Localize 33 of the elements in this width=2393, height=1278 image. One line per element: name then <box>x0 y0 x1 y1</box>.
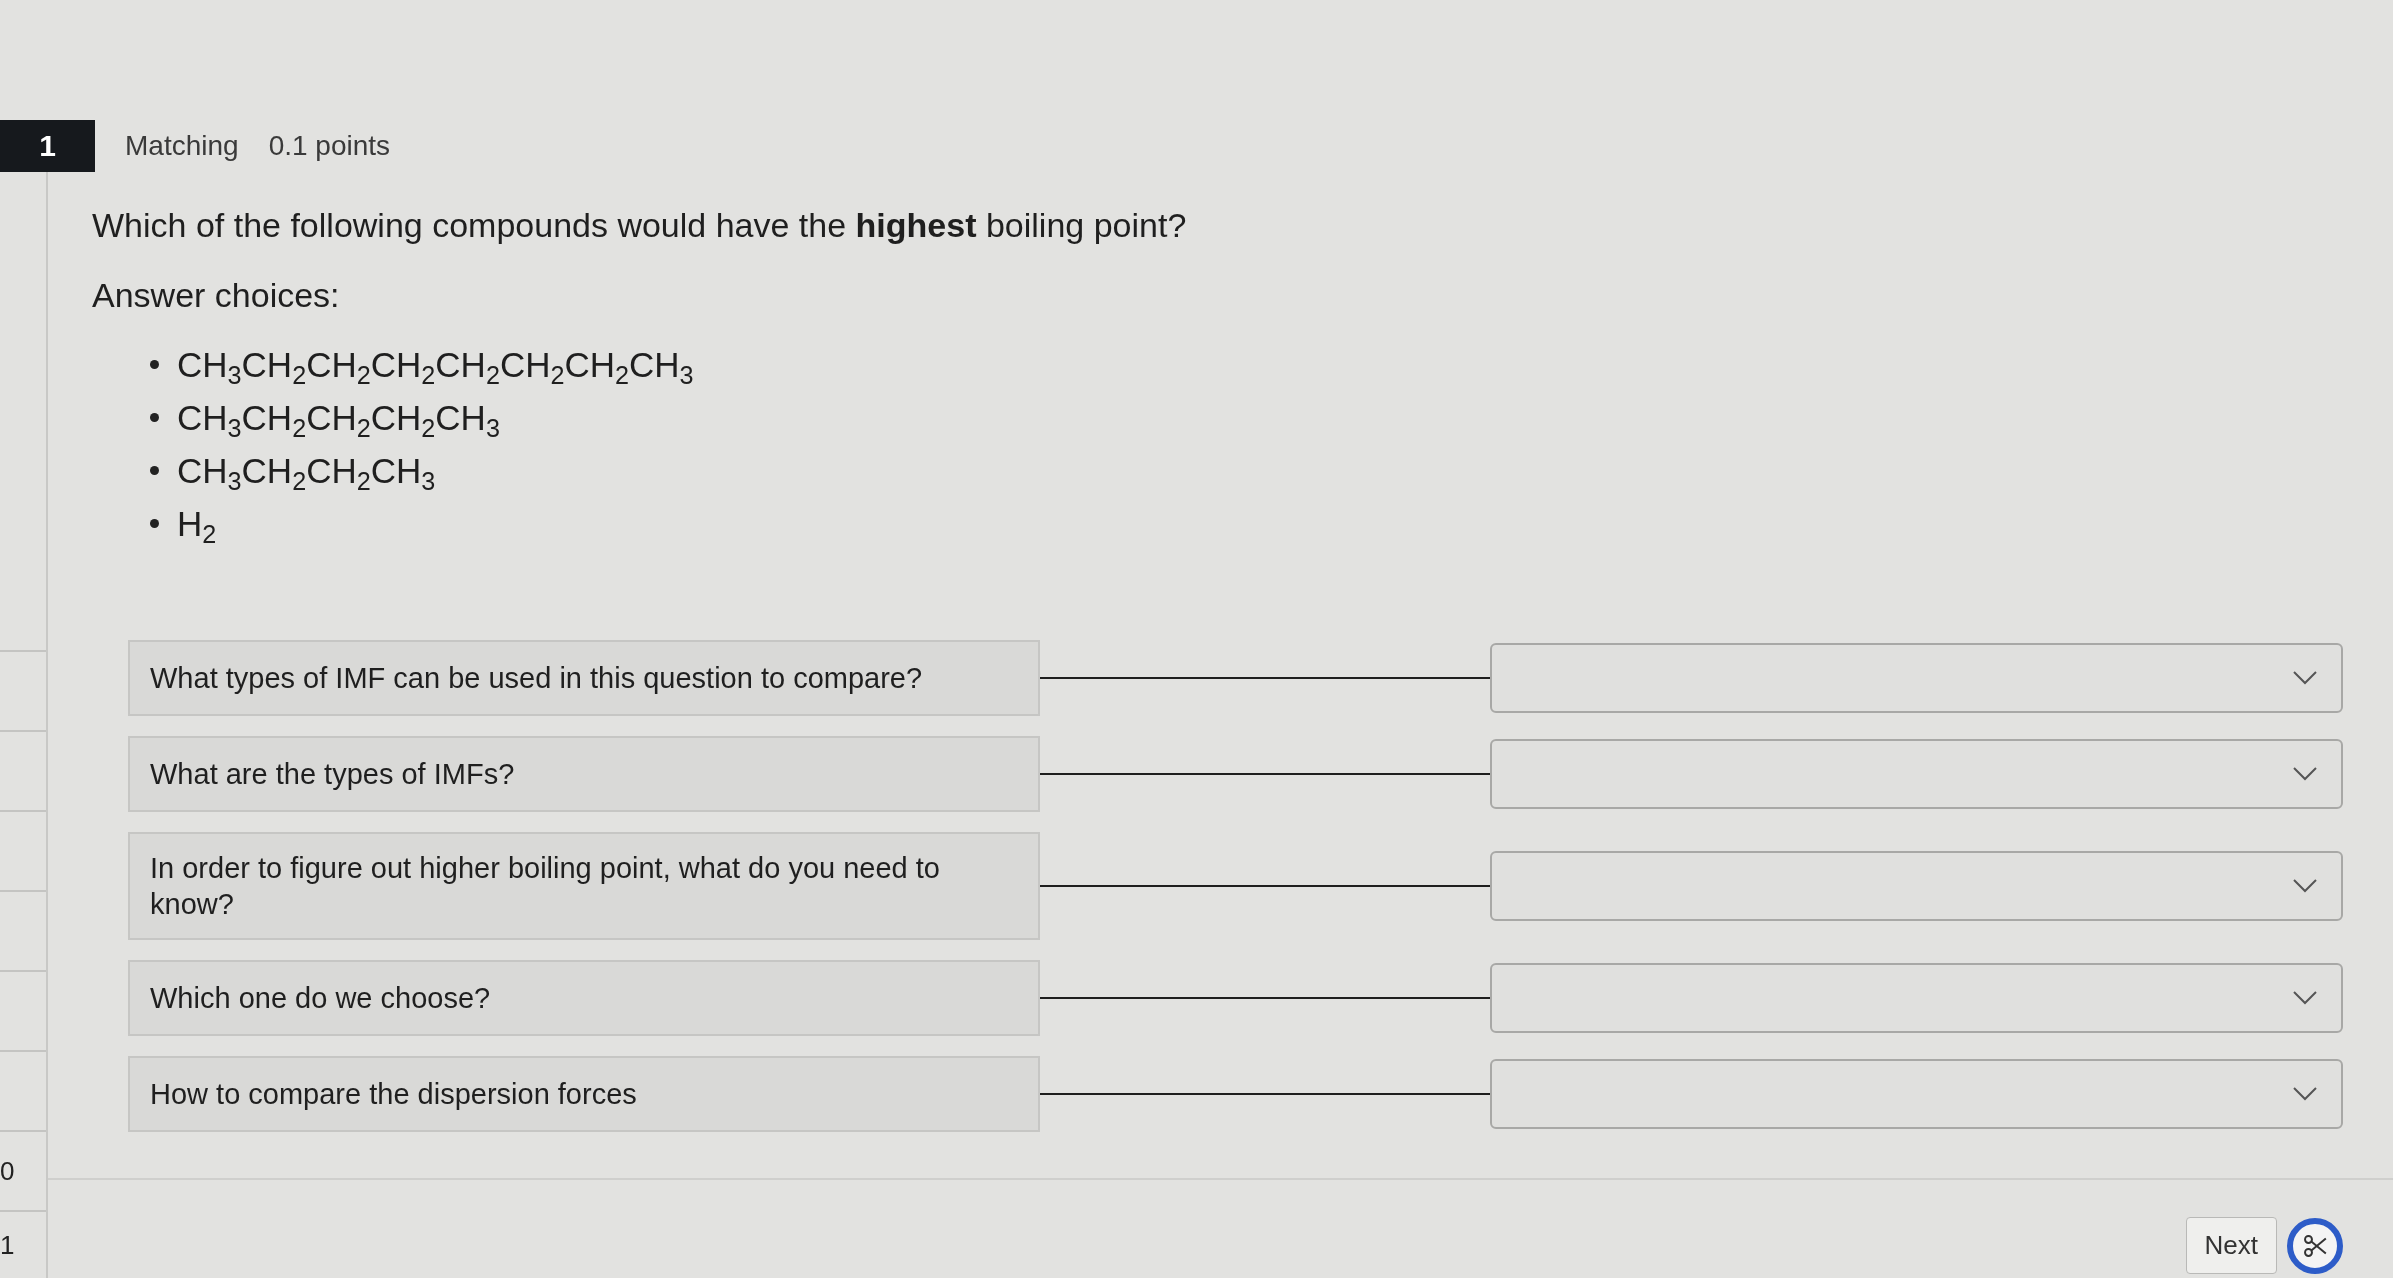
question-type: Matching <box>125 130 239 162</box>
chevron-down-icon <box>2293 991 2317 1005</box>
formula-text: CH$_{3}$CH$_{2}$CH$_{2}$CH$_{3}$ <box>177 449 436 493</box>
match-prompt: Which one do we choose? <box>128 960 1040 1036</box>
answer-choices-label: Answer choices: <box>92 275 341 316</box>
question-nav-number[interactable]: 1 <box>0 1229 15 1261</box>
answer-dropdown[interactable] <box>1490 643 2343 713</box>
points-label: 0.1 points <box>268 130 391 162</box>
formula-text: CH$_{3}$CH$_{2}$CH$_{2}$CH$_{2}$CH$_{2}$CH$_{2}$CH$_{2}$CH$_{3}$ <box>177 343 694 387</box>
answer-dropdown[interactable] <box>1490 963 2343 1033</box>
match-prompt: How to compare the dispersion forces <box>128 1056 1040 1132</box>
bullet-icon <box>150 360 159 369</box>
formula-text: H$_{2}$ <box>177 502 217 546</box>
question-text: Which of the following compounds would have the highest boiling point? <box>92 205 1188 246</box>
chevron-down-icon <box>2293 1087 2317 1101</box>
match-prompt: What types of IMF can be used in this question to compare? <box>128 640 1040 716</box>
next-button[interactable]: Next <box>2185 1217 2277 1274</box>
chevron-down-icon <box>2293 671 2317 685</box>
question-nav-number[interactable]: 0 <box>0 1155 15 1187</box>
formula-text: CH$_{3}$CH$_{2}$CH$_{2}$CH$_{2}$CH$_{3}$ <box>177 396 500 440</box>
tool-button[interactable] <box>2287 1218 2343 1274</box>
answer-dropdown[interactable] <box>1490 739 2343 809</box>
answer-dropdown[interactable] <box>1490 1059 2343 1129</box>
bullet-icon <box>150 466 159 475</box>
bullet-icon <box>150 519 159 528</box>
chevron-down-icon <box>2293 767 2317 781</box>
match-prompt: In order to figure out higher boiling point, what do you need to know? <box>128 832 1040 940</box>
bullet-icon <box>150 413 159 422</box>
answer-dropdown[interactable] <box>1490 851 2343 921</box>
scissors-icon <box>2302 1233 2328 1259</box>
chevron-down-icon <box>2293 879 2317 893</box>
match-prompt: What are the types of IMFs? <box>128 736 1040 812</box>
question-number-badge: 1 <box>0 120 95 172</box>
